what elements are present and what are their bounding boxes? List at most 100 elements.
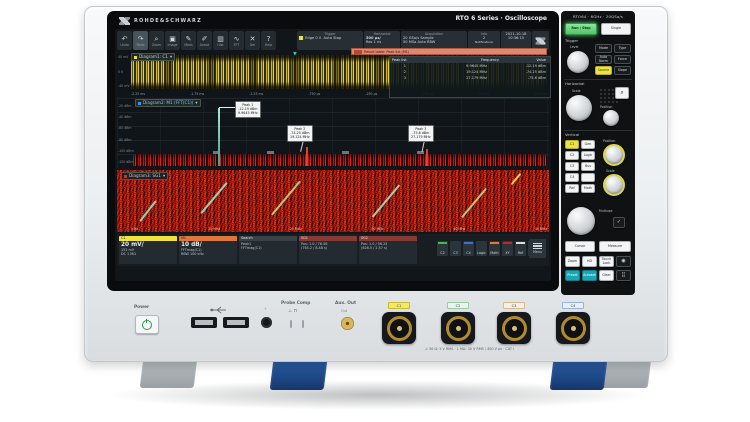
preset-button[interactable]: Preset bbox=[565, 270, 580, 281]
add-math-button[interactable]: Math bbox=[489, 241, 500, 256]
usb-icon bbox=[209, 306, 227, 314]
trigger-type-button[interactable]: Type bbox=[614, 44, 631, 53]
signal-box-m1[interactable]: M1 10 dB/ FFTmag(C1) RBW 100 kHz bbox=[179, 236, 237, 264]
diagram2-fft[interactable]: Diagram2: M1 (FFT(C1))▾ -20 dBm-40 dBm -… bbox=[117, 98, 549, 168]
toolbar: ↶Undo ↷Redo ⌕Zoom ▣Image ✎Meas ✐Annot ▥H… bbox=[117, 31, 276, 50]
signal-box-search[interactable]: Search Peak1 FFTmag(C1) bbox=[239, 236, 297, 264]
sweep-streak bbox=[511, 173, 522, 185]
channel4-button[interactable]: C4 bbox=[565, 173, 579, 182]
ref-button[interactable]: Ref bbox=[565, 184, 579, 193]
probe-comp-pin-signal bbox=[302, 320, 304, 328]
model-badge: RTO64 · 6GHz · 20GSa/s bbox=[564, 14, 632, 19]
logic-button[interactable]: Logic bbox=[581, 151, 595, 160]
vertical-position-knob[interactable] bbox=[603, 144, 625, 166]
histogram-icon[interactable]: ▥Hist bbox=[213, 31, 228, 50]
redo-icon[interactable]: ↷Redo bbox=[133, 31, 148, 50]
aux-out-sub: Out bbox=[341, 309, 347, 313]
diagram2-tab[interactable]: Diagram2: M1 (FFT(C1))▾ bbox=[135, 99, 201, 107]
channel2-button[interactable]: C2 bbox=[565, 151, 579, 160]
trigger-mode-button[interactable]: Mode bbox=[595, 44, 612, 53]
hd-button[interactable]: HD bbox=[582, 256, 597, 267]
bus-button[interactable]: Bus bbox=[581, 162, 595, 171]
zoom-icon[interactable]: ⌕Zoom bbox=[149, 31, 164, 50]
gen-button[interactable]: Gen bbox=[581, 140, 595, 149]
channel3-button[interactable]: C3 bbox=[565, 162, 579, 171]
run-stop-button[interactable]: Run / Stop bbox=[565, 23, 597, 35]
add-c4-button[interactable]: C4 bbox=[463, 241, 474, 256]
peak-marker bbox=[342, 151, 349, 154]
fft-peak1-spike bbox=[218, 108, 220, 166]
undo-icon[interactable]: ↶Undo bbox=[117, 31, 132, 50]
power-button[interactable] bbox=[135, 315, 159, 334]
sweep-streak bbox=[372, 184, 401, 217]
m1-color-chip bbox=[138, 102, 141, 105]
touch-display[interactable]: ↶Undo ↷Redo ⌕Zoom ▣Image ✎Meas ✐Annot ▥H… bbox=[115, 29, 551, 281]
trigger-slope-button[interactable]: Slope bbox=[614, 66, 631, 75]
peak2-flag: Peak 2-74.25 dBm19.124 MHz bbox=[287, 125, 313, 142]
vertical-scale-knob[interactable] bbox=[603, 174, 625, 196]
measure-icon[interactable]: ✎Meas bbox=[181, 31, 196, 50]
add-xy-button[interactable]: XY bbox=[502, 241, 513, 256]
result-banner[interactable]: Result table: Peak list (M1) bbox=[351, 48, 547, 55]
channel2-bnc-input bbox=[441, 312, 475, 344]
diagram3-spectrogram[interactable]: Diagram3: SG1▾ 0 Hz10 MHz 20 MHz30 MHz 4… bbox=[117, 170, 549, 232]
single-button[interactable]: Single bbox=[601, 23, 631, 35]
trigger-position-icon[interactable]: ▼ bbox=[293, 52, 297, 57]
camera-button[interactable]: ◉ bbox=[616, 256, 631, 267]
usb-port-1[interactable] bbox=[191, 317, 217, 328]
sweep-streak bbox=[200, 182, 227, 214]
horizontal-position-knob[interactable] bbox=[603, 110, 619, 126]
banner-handle bbox=[354, 50, 362, 54]
auto-norm-button[interactable]: Auto Norm bbox=[595, 55, 612, 64]
diagram1-tab[interactable]: Diagram1: C1▾ bbox=[131, 53, 175, 61]
annotate-icon[interactable]: ✐Annot bbox=[197, 31, 212, 50]
math-button[interactable]: Math bbox=[581, 184, 595, 193]
sg1-color-chip bbox=[124, 175, 127, 178]
screenshot-icon[interactable]: ▣Image bbox=[165, 31, 180, 50]
channel4-indicator: C4 bbox=[562, 302, 584, 309]
fft-peak2-spike bbox=[306, 147, 308, 166]
autoset-button[interactable]: Autoset bbox=[582, 270, 597, 281]
d3-x-axis: 0 Hz10 MHz 20 MHz30 MHz 40 MHz50 MHz bbox=[131, 227, 547, 231]
peak-row[interactable]: 327.179 MHz-75.6 dBm bbox=[390, 75, 550, 81]
channel1-bnc-input bbox=[382, 312, 416, 344]
aux-out-connector bbox=[341, 317, 354, 330]
trigger-source-button[interactable]: Source bbox=[595, 66, 612, 75]
channel3-bnc-input bbox=[497, 312, 531, 344]
trigger-level-knob[interactable] bbox=[567, 51, 589, 73]
touch-lock-button[interactable]: Touch Lock bbox=[599, 256, 614, 267]
ground-jack bbox=[261, 317, 272, 328]
cursor-button[interactable]: Cursor bbox=[565, 241, 595, 252]
add-c2-button[interactable]: C2 bbox=[437, 241, 448, 256]
channel1-button[interactable]: C1 bbox=[565, 140, 579, 149]
keypad-button[interactable]: ⣿ bbox=[616, 270, 631, 281]
peak-list-table[interactable]: Peak list Frequency Value 19.9645 MHz-12… bbox=[389, 56, 551, 98]
clear-button[interactable]: Clear bbox=[599, 270, 614, 281]
horizontal-scale-knob[interactable] bbox=[566, 95, 592, 121]
signal-box-sg1[interactable]: SG1 Pos: 1.0 / 76.56 (765.2 / 8.48 s) bbox=[299, 236, 357, 264]
help-icon[interactable]: ?Help bbox=[261, 31, 276, 50]
menu-button[interactable]: Menu bbox=[529, 239, 546, 258]
spare-button[interactable] bbox=[581, 173, 595, 182]
confirm-check-button[interactable]: ✓ bbox=[613, 217, 625, 228]
add-logic-button[interactable]: Logic bbox=[476, 241, 487, 256]
multiuse-knob[interactable] bbox=[567, 207, 595, 235]
oscilloscope-chassis: ROHDE&SCHWARZ RTO 6 Series · Oscilloscop… bbox=[84, 6, 668, 362]
diagram3-tab[interactable]: Diagram3: SG1▾ bbox=[121, 172, 168, 180]
c1-color-chip bbox=[134, 56, 137, 59]
fft-icon[interactable]: ∿FFT bbox=[229, 31, 244, 50]
peak3-flag: Peak 3-75.6 dBm27.179 MHz bbox=[408, 125, 434, 142]
measure-button[interactable]: Measure bbox=[599, 241, 631, 252]
zoom-button[interactable]: Zoom bbox=[565, 256, 580, 267]
add-ref-button[interactable]: Ref bbox=[515, 241, 526, 256]
delete-icon[interactable]: ✕Del bbox=[245, 31, 260, 50]
add-c3-button[interactable]: C3 bbox=[450, 241, 461, 256]
channel3-indicator: C3 bbox=[503, 302, 525, 309]
horizontal-section-label: Horizontal bbox=[565, 81, 584, 86]
search-button[interactable]: ⌕ bbox=[615, 87, 629, 99]
force-trigger-button[interactable]: Force bbox=[614, 55, 631, 64]
signal-box-sg2[interactable]: SG2 Pos: 1.0 / 56.25 (628.5 / 2.57 s) bbox=[359, 236, 417, 264]
usb-port-2[interactable] bbox=[223, 317, 249, 328]
brand-row: ROHDE&SCHWARZ bbox=[119, 15, 202, 27]
signal-box-c1[interactable]: C1 20 mV/ 152 mV DC 1 MΩ bbox=[119, 236, 177, 264]
